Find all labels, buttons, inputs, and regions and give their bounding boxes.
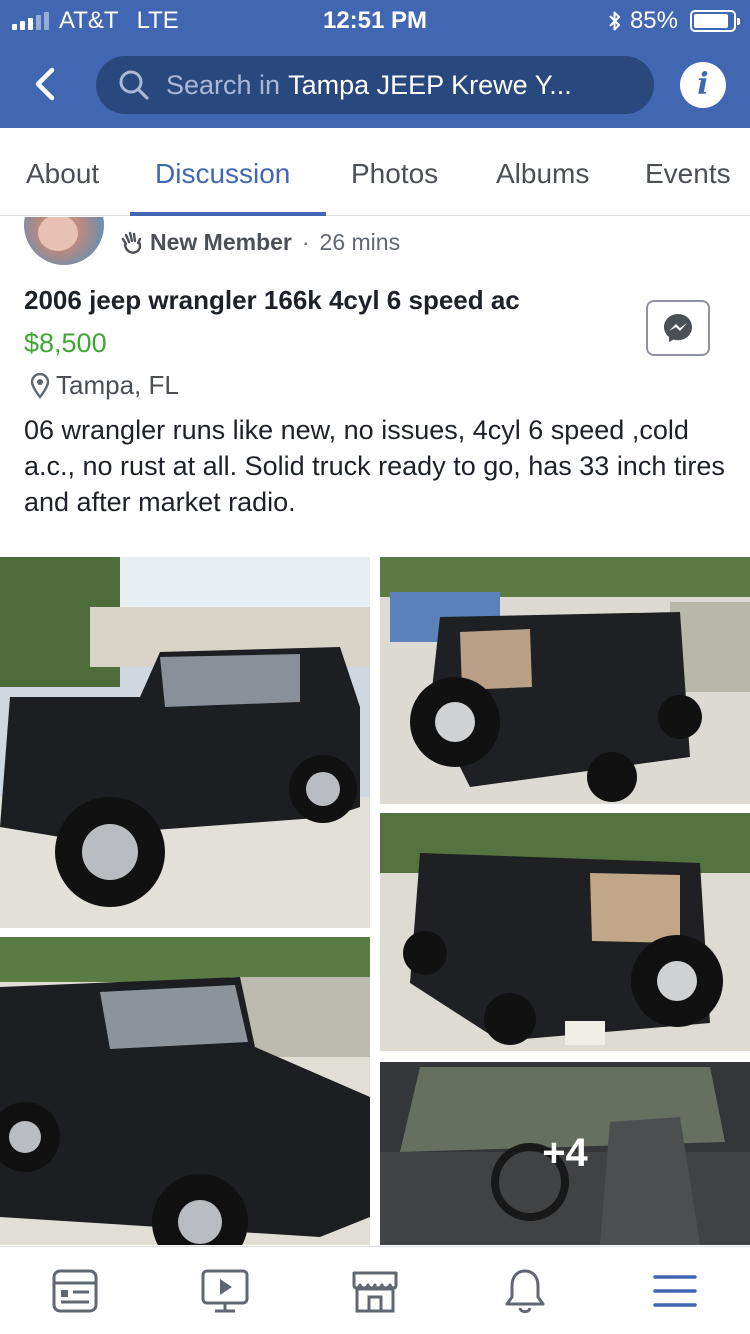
status-bar: AT&T LTE 12:51 PM 85% (0, 0, 750, 40)
battery-icon (690, 10, 740, 32)
meta-separator: · (301, 229, 310, 255)
search-placeholder: Search in (166, 69, 281, 100)
news-feed-icon (52, 1269, 98, 1313)
info-icon: i (697, 67, 709, 102)
tab-photos[interactable]: Photos (351, 158, 438, 190)
group-tabs: About Discussion Photos Albums Events (0, 128, 750, 216)
marketplace-icon (352, 1271, 398, 1313)
sale-post: New Member · 26 mins 2006 jeep wrangler … (0, 217, 750, 1245)
group-info-button[interactable]: i (680, 62, 726, 108)
listing-photo-5[interactable]: +4 (380, 1062, 750, 1245)
notifications-bell-icon (505, 1269, 545, 1314)
nav-marketplace[interactable] (349, 1265, 401, 1317)
battery-percent: 85% (629, 7, 678, 34)
message-seller-button[interactable] (646, 300, 710, 356)
member-badge: New Member (150, 229, 292, 255)
location-text: Tampa, FL (56, 370, 179, 400)
nav-menu[interactable] (649, 1265, 701, 1317)
tab-about[interactable]: About (26, 158, 99, 190)
bottom-navigation (0, 1246, 750, 1334)
avatar[interactable] (24, 217, 104, 265)
listing-price: $8,500 (24, 328, 107, 358)
tab-discussion[interactable]: Discussion (155, 158, 290, 190)
listing-photo-3[interactable] (380, 813, 750, 1051)
nav-watch[interactable] (199, 1265, 251, 1317)
post-meta: New Member · 26 mins (120, 229, 400, 256)
listing-photo-1[interactable] (0, 557, 370, 928)
tab-events[interactable]: Events (645, 158, 731, 190)
group-search-input[interactable]: Search in Tampa JEEP Krewe Y... (96, 56, 654, 114)
nav-news-feed[interactable] (49, 1265, 101, 1317)
messenger-icon (664, 314, 692, 342)
location-pin-icon (30, 372, 50, 399)
nav-notifications[interactable] (499, 1265, 551, 1317)
search-group-name: Tampa JEEP Krewe Y... (288, 69, 572, 100)
tab-albums[interactable]: Albums (496, 158, 589, 190)
bluetooth-icon (609, 11, 620, 31)
waving-hand-icon (121, 231, 142, 254)
listing-photo-2[interactable] (380, 557, 750, 804)
listing-photo-4[interactable] (0, 937, 370, 1245)
more-photos-overlay[interactable]: +4 (380, 1062, 750, 1245)
video-icon (201, 1269, 249, 1313)
chevron-left-icon (35, 67, 55, 101)
active-tab-indicator (130, 212, 326, 216)
listing-location: Tampa, FL (30, 370, 179, 401)
search-icon (119, 70, 149, 100)
post-time[interactable]: 26 mins (320, 229, 401, 256)
listing-title: 2006 jeep wrangler 166k 4cyl 6 speed ac (24, 285, 520, 315)
back-button[interactable] (24, 62, 68, 106)
listing-description: 06 wrangler runs like new, no issues, 4c… (24, 415, 725, 517)
app-header: AT&T LTE 12:51 PM 85% Search in Tampa JE… (0, 0, 750, 128)
menu-icon (653, 1275, 697, 1307)
